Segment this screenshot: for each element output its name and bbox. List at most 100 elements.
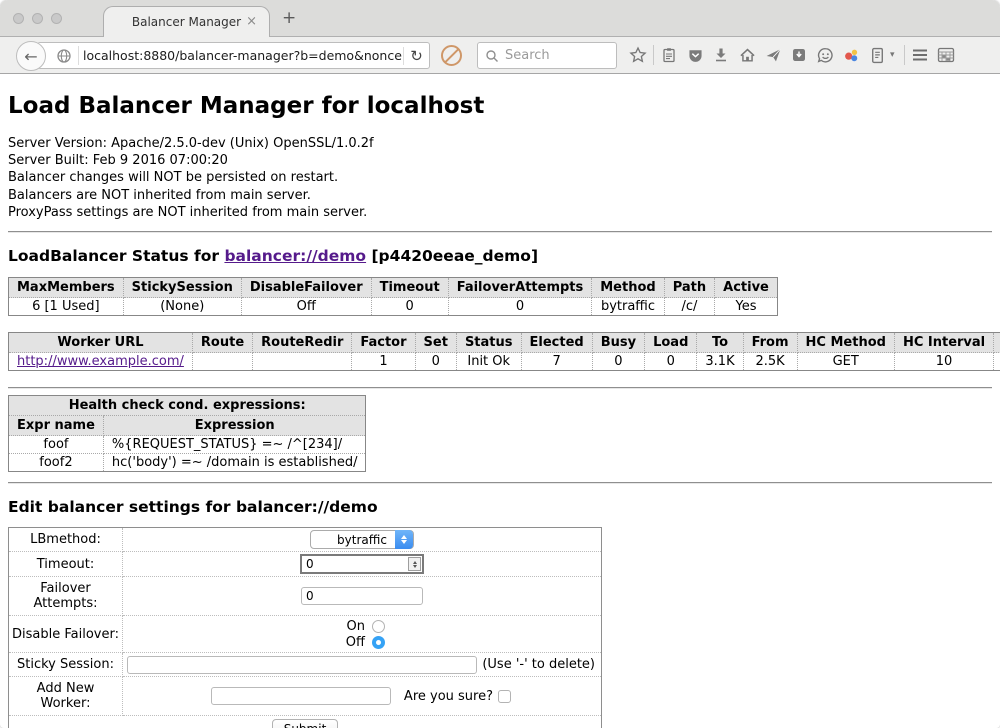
divider — [8, 231, 992, 233]
cell-expr-name: foof2 — [9, 454, 104, 472]
block-icon[interactable] — [441, 45, 462, 66]
lbmethod-select[interactable]: bytraffic — [310, 530, 414, 549]
submit-button[interactable]: Submit — [272, 719, 339, 728]
cell-failoverattempts: 0 — [448, 298, 592, 316]
cell-worker-url: http://www.example.com/ — [9, 353, 193, 371]
col-header: Load — [645, 333, 697, 353]
health-table-title: Health check cond. expressions: — [9, 396, 366, 416]
url-bar[interactable]: localhost:8880/balancer-manager?b=demo&n… — [37, 42, 430, 69]
worker-table-header-row: Worker URL Route RouteRedir Factor Set S… — [9, 333, 1000, 353]
window-zoom-button[interactable] — [51, 13, 62, 24]
form-row-lbmethod: LBmethod: bytraffic — [9, 528, 602, 552]
worker-table-row: http://www.example.com/ 1 0 Init Ok 7 0 … — [9, 353, 1000, 371]
col-header: Elected — [521, 333, 592, 353]
notes-icon[interactable] — [864, 44, 890, 66]
form-row-add-worker: Add New Worker: Are you sure? — [9, 677, 602, 716]
page-title: Load Balancer Manager for localhost — [8, 93, 992, 119]
col-header: Status — [456, 333, 521, 353]
col-header: Expr name — [9, 416, 104, 436]
add-worker-input[interactable] — [211, 687, 391, 705]
failover-attempts-input[interactable] — [301, 587, 423, 605]
status-table: MaxMembers StickySession DisableFailover… — [8, 277, 778, 316]
toolbar-divider — [904, 45, 905, 65]
cell-factor: 1 — [352, 353, 415, 371]
number-stepper-icon[interactable] — [408, 557, 421, 571]
tab-title: Balancer Manager — [132, 15, 241, 29]
back-arrow-icon: ← — [24, 47, 37, 66]
server-version-line: Server Version: Apache/2.5.0-dev (Unix) … — [8, 135, 992, 152]
col-header: Passes — [994, 333, 1000, 353]
timeout-value: 0 — [306, 557, 314, 571]
proxypass-note-line: ProxyPass settings are NOT inherited fro… — [8, 204, 992, 221]
edit-settings-heading: Edit balancer settings for balancer://de… — [8, 498, 992, 516]
cell-expression: %{REQUEST_STATUS} =~ /^[234]/ — [103, 436, 366, 454]
cell-hc-interval: 10 — [894, 353, 993, 371]
home-icon[interactable] — [734, 44, 760, 66]
balancer-link[interactable]: balancer://demo — [224, 247, 366, 265]
menu-icon[interactable] — [907, 44, 933, 66]
form-row-disable-failover: Disable Failover: On Off — [9, 616, 602, 653]
form-row-failover: Failover Attempts: — [9, 577, 602, 616]
are-you-sure-checkbox[interactable] — [498, 690, 511, 703]
pocket-icon[interactable] — [682, 44, 708, 66]
health-table-row: foof %{REQUEST_STATUS} =~ /^[234]/ — [9, 436, 366, 454]
cell-elected: 7 — [521, 353, 592, 371]
cell-load: 0 — [645, 353, 697, 371]
status-table-row: 6 [1 Used] (None) Off 0 0 bytraffic /c/ … — [9, 298, 778, 316]
col-header: Method — [592, 278, 664, 298]
new-tab-button[interactable]: + — [282, 8, 296, 28]
apps-grid-icon[interactable] — [933, 44, 959, 66]
cell-method: bytraffic — [592, 298, 664, 316]
col-header: Expression — [103, 416, 366, 436]
disable-failover-on-radio[interactable] — [372, 620, 385, 633]
tab-close-icon[interactable]: × — [246, 14, 257, 30]
cell-maxmembers: 6 [1 Used] — [9, 298, 124, 316]
health-table-header-row: Expr name Expression — [9, 416, 366, 436]
form-row-sticky: Sticky Session: (Use '-' to delete) — [9, 653, 602, 677]
clipboard-icon[interactable] — [656, 44, 682, 66]
sticky-session-label: Sticky Session: — [9, 653, 123, 677]
worker-url-link[interactable]: http://www.example.com/ — [17, 354, 184, 369]
dropdown-caret-icon[interactable]: ▾ — [890, 50, 902, 60]
window-controls — [13, 13, 62, 24]
window-minimize-button[interactable] — [32, 13, 43, 24]
cell-path: /c/ — [664, 298, 714, 316]
status-heading-prefix: LoadBalancer Status for — [8, 247, 224, 265]
globe-icon — [56, 48, 72, 64]
sticky-session-input[interactable] — [127, 656, 477, 674]
cell-status: Init Ok — [456, 353, 521, 371]
feedback-smiley-icon[interactable] — [812, 44, 838, 66]
col-header: Set — [415, 333, 456, 353]
health-check-table: Health check cond. expressions: Expr nam… — [8, 395, 366, 472]
cell-stickysession: (None) — [123, 298, 241, 316]
tab-balancer-manager[interactable]: Balancer Manager × — [103, 6, 270, 37]
col-header: DisableFailover — [241, 278, 371, 298]
timeout-input[interactable]: 0 — [300, 554, 424, 574]
col-header: HC Interval — [894, 333, 993, 353]
tab-strip: Balancer Manager × + — [0, 0, 1000, 36]
color-palette-icon[interactable] — [838, 44, 864, 66]
radio-off-label: Off — [339, 635, 365, 650]
url-text[interactable]: localhost:8880/balancer-manager?b=demo&n… — [79, 48, 403, 63]
col-header: RouteRedir — [253, 333, 352, 353]
send-icon[interactable] — [760, 44, 786, 66]
window-close-button[interactable] — [13, 13, 24, 24]
disable-failover-off-radio[interactable] — [372, 636, 385, 649]
download-icon[interactable] — [708, 44, 734, 66]
bookmark-star-icon[interactable] — [625, 44, 651, 66]
col-header: HC Method — [797, 333, 894, 353]
col-header: Worker URL — [9, 333, 193, 353]
add-worker-label: Add New Worker: — [9, 677, 123, 716]
search-icon — [485, 49, 499, 63]
sticky-session-note: (Use '-' to delete) — [482, 657, 597, 672]
health-table-title-row: Health check cond. expressions: — [9, 396, 366, 416]
col-header: From — [743, 333, 797, 353]
reload-icon[interactable]: ↻ — [403, 47, 429, 65]
toolbar-divider — [653, 45, 654, 65]
col-header: To — [697, 333, 743, 353]
form-row-timeout: Timeout: 0 — [9, 552, 602, 577]
search-box[interactable]: Search — [477, 42, 617, 69]
back-button[interactable]: ← — [16, 41, 46, 71]
save-to-device-icon[interactable] — [786, 44, 812, 66]
browser-window: Balancer Manager × + ← localhost:8880/ba… — [0, 0, 1000, 728]
